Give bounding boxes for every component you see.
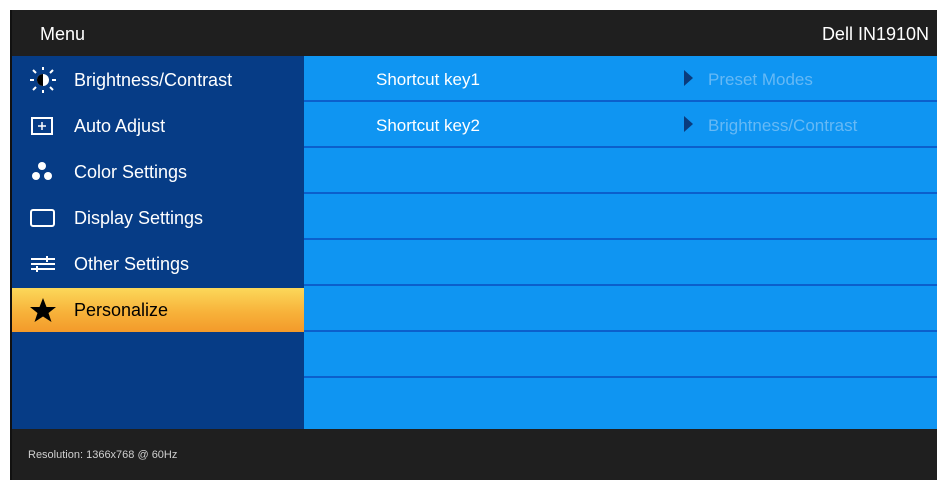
shortcut-key-label: Shortcut key1: [376, 70, 480, 89]
menu-item-color-settings[interactable]: Color Settings: [12, 150, 304, 194]
auto-adjust-icon: [31, 117, 53, 135]
menu-item-label: Color Settings: [74, 162, 188, 182]
arrow-right-icon: [684, 116, 693, 132]
menu-item-label: Brightness/Contrast: [74, 70, 233, 90]
menu-item-brightness-contrast[interactable]: Brightness/Contrast: [12, 58, 304, 102]
arrow-right-icon: [684, 70, 693, 86]
empty-row: [304, 332, 937, 378]
empty-row: [304, 286, 937, 332]
monitor-model: Dell IN1910N: [821, 24, 929, 44]
shortcut-key2-row[interactable]: Shortcut key2 Brightness/Contrast: [304, 102, 937, 148]
empty-row: [304, 194, 937, 240]
menu-title: Menu: [40, 24, 86, 44]
sliders-icon: [31, 256, 55, 272]
resolution-text: Resolution: 1366x768 @ 60Hz: [28, 449, 178, 461]
menu-item-label: Other Settings: [74, 254, 190, 274]
color-settings-icon: [32, 162, 52, 180]
menu-item-label: Auto Adjust: [74, 116, 166, 136]
shortcut-key1-row[interactable]: Shortcut key1 Preset Modes: [304, 56, 937, 102]
header-bar: Menu Dell IN1910N: [12, 10, 937, 56]
menu-item-label: Display Settings: [74, 208, 204, 228]
monitor-osd-menu: Menu Dell IN1910N Brightness/Contrast Au…: [10, 10, 937, 480]
shortcut-key-label: Shortcut key2: [376, 116, 480, 135]
empty-row: [304, 240, 937, 286]
shortcut-key-value: Preset Modes: [708, 70, 813, 89]
brightness-icon: [30, 67, 56, 93]
display-icon: [30, 209, 55, 227]
star-icon: [30, 298, 56, 322]
status-bar: Resolution: 1366x768 @ 60Hz: [12, 429, 937, 480]
menu-item-auto-adjust[interactable]: Auto Adjust: [12, 104, 304, 148]
shortcut-key-value: Brightness/Contrast: [708, 116, 858, 135]
menu-item-other-settings[interactable]: Other Settings: [12, 242, 304, 286]
empty-row: [304, 148, 937, 194]
personalize-panel: Shortcut key1 Preset Modes Shortcut key2…: [304, 56, 937, 429]
menu-item-personalize[interactable]: Personalize: [12, 288, 304, 332]
menu-item-display-settings[interactable]: Display Settings: [12, 196, 304, 240]
menu-item-label: Personalize: [74, 300, 169, 320]
sidebar-menu: Brightness/Contrast Auto Adjust Color Se…: [12, 56, 304, 429]
empty-row: [304, 378, 937, 422]
